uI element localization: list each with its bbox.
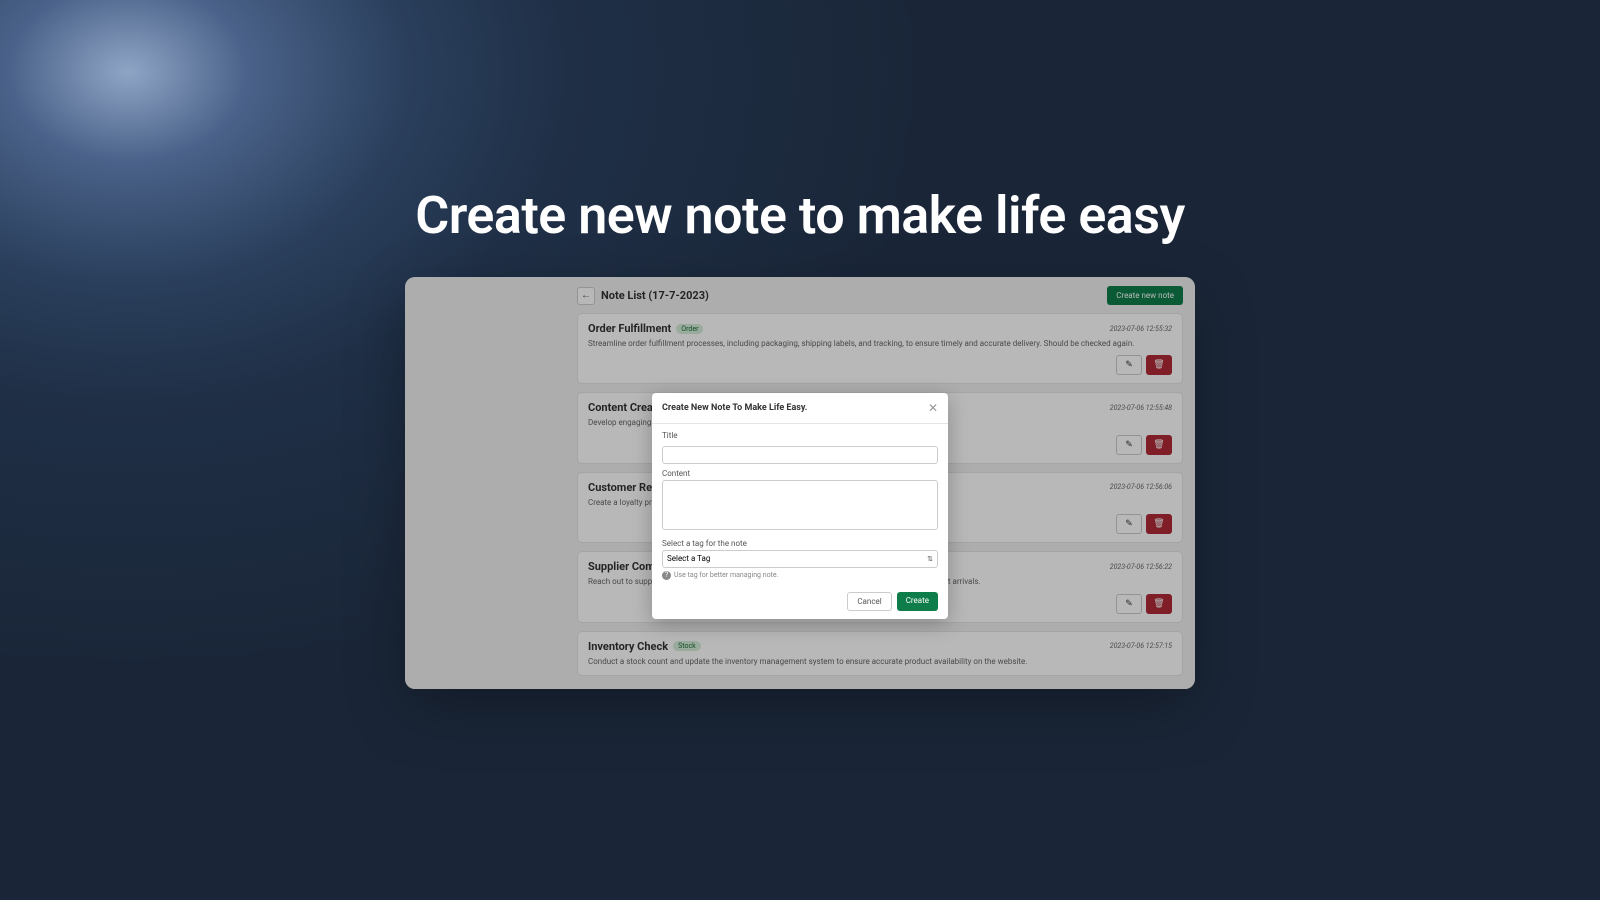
create-button[interactable]: Create [897, 592, 938, 611]
hero-title: Create new note to make life easy [415, 185, 1185, 246]
close-button[interactable]: ✕ [928, 401, 938, 415]
content-label: Content [662, 469, 938, 478]
modal-title: Create New Note To Make Life Easy. [662, 403, 807, 413]
cancel-button[interactable]: Cancel [847, 592, 891, 611]
title-input[interactable] [662, 446, 938, 464]
tag-select-value: Select a Tag [667, 554, 710, 563]
app-frame: ← Note List (17-7-2023) Create new note … [405, 277, 1195, 689]
help-text: Use tag for better managing note. [674, 571, 778, 579]
create-note-modal: Create New Note To Make Life Easy. ✕ Tit… [652, 393, 948, 619]
title-label: Title [662, 431, 938, 440]
tag-label: Select a tag for the note [662, 539, 938, 548]
close-icon: ✕ [928, 401, 938, 415]
select-caret-icon: ⇅ [927, 555, 933, 563]
tag-select[interactable]: Select a Tag ⇅ [662, 550, 938, 568]
content-textarea[interactable] [662, 480, 938, 530]
help-icon: ? [662, 571, 671, 580]
